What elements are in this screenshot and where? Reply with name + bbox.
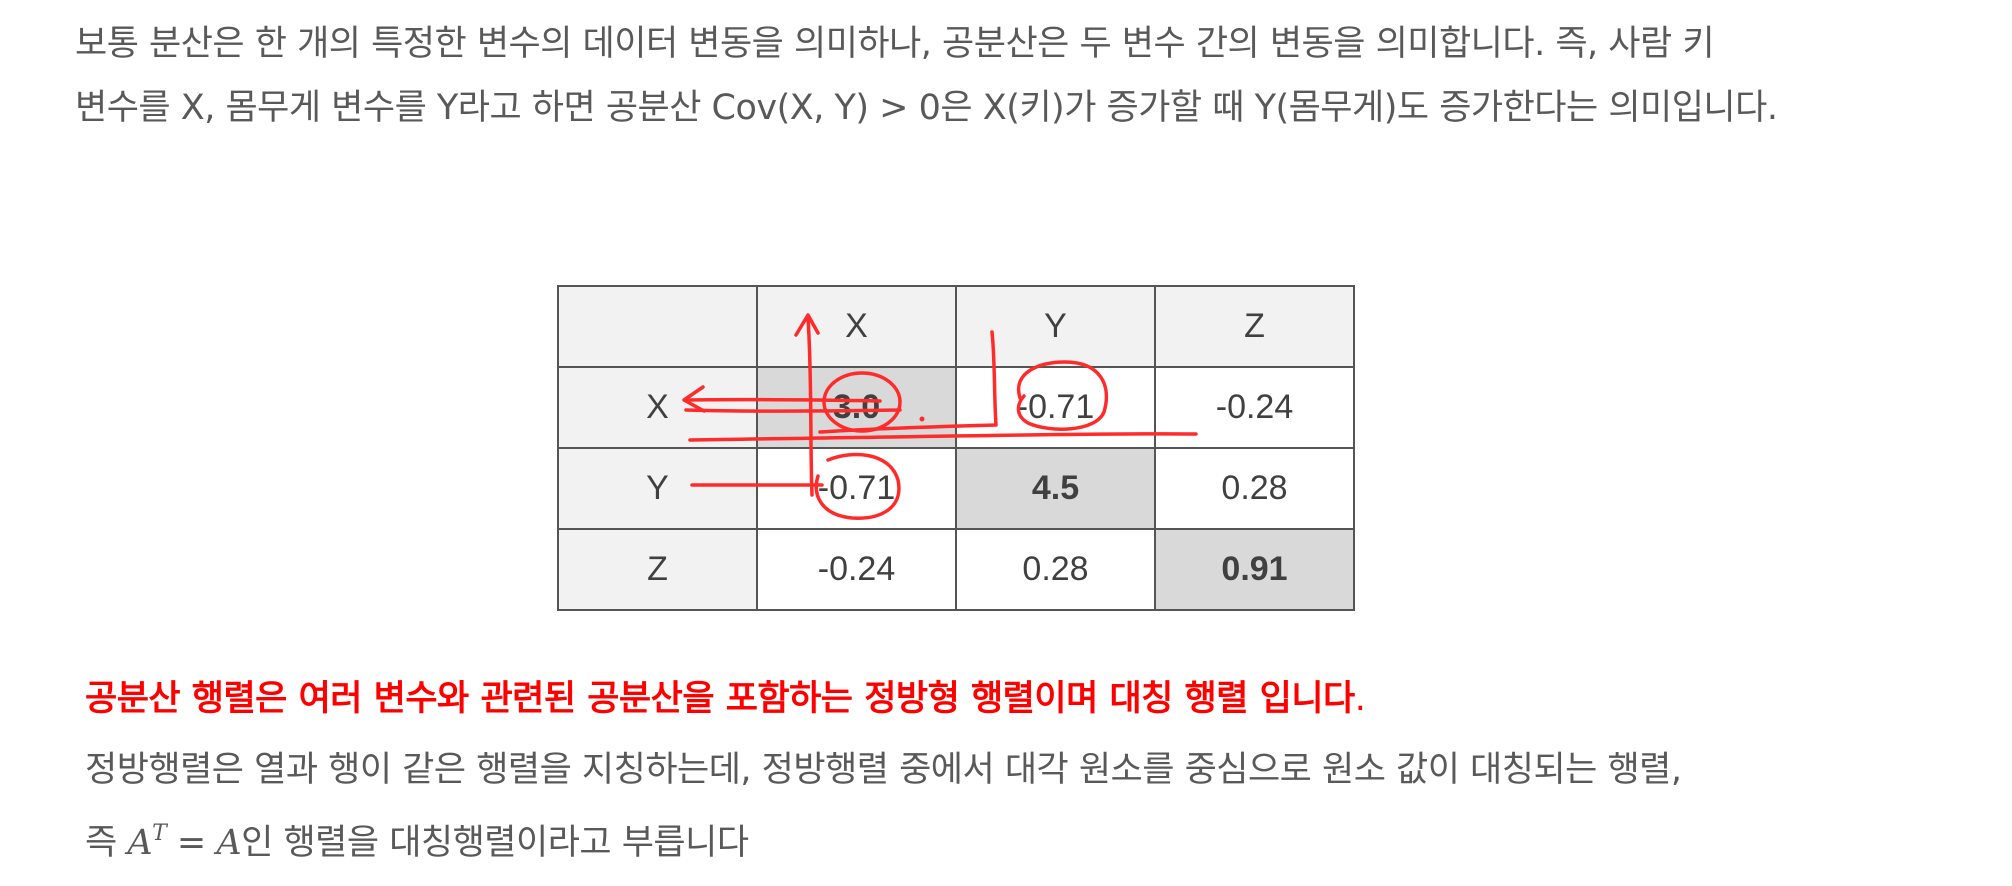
explanation-line-2: 즉 AT = A인 행렬을 대칭행렬이라고 부릅니다 xyxy=(85,802,1682,875)
highlight-text: 공분산 행렬은 여러 변수와 관련된 공분산을 포함하는 정방형 행렬이며 대칭… xyxy=(85,679,1355,719)
highlight-sentence: 공분산 행렬은 여러 변수와 관련된 공분산을 포함하는 정방형 행렬이며 대칭… xyxy=(85,670,1366,721)
intro-line-1: 보통 분산은 한 개의 특정한 변수의 데이터 변동을 의미하나, 공분산은 두… xyxy=(75,24,1715,64)
matrix-col-header-x: X xyxy=(756,285,957,368)
matrix-cell-y-x: -0.71 xyxy=(756,447,957,530)
matrix-header-row: X Y Z xyxy=(557,285,1355,368)
covariance-matrix-table: X Y Z X 3.0 -0.71 -0.24 Y -0.71 4.5 0.28… xyxy=(557,285,1355,611)
matrix-cell-z-x: -0.24 xyxy=(756,528,957,611)
matrix-cell-y-y: 4.5 xyxy=(955,447,1156,530)
math-superscript: T xyxy=(152,821,167,846)
matrix-row-header-y: Y xyxy=(557,447,758,530)
matrix-row-header-x: X xyxy=(557,366,758,449)
matrix-row-header-z: Z xyxy=(557,528,758,611)
explanation-paragraph: 정방행렬은 열과 행이 같은 행렬을 지칭하는데, 정방행렬 중에서 대각 원소… xyxy=(85,738,1682,875)
matrix-row-y: Y -0.71 4.5 0.28 xyxy=(557,447,1355,530)
matrix-cell-z-y: 0.28 xyxy=(955,528,1156,611)
intro-paragraph: 보통 분산은 한 개의 특정한 변수의 데이터 변동을 의미하나, 공분산은 두… xyxy=(75,12,1778,140)
math-rhs: A xyxy=(216,823,242,863)
matrix-row-x: X 3.0 -0.71 -0.24 xyxy=(557,366,1355,449)
explanation-line-1: 정방행렬은 열과 행이 같은 행렬을 지칭하는데, 정방행렬 중에서 대각 원소… xyxy=(85,750,1682,790)
matrix-cell-x-x: 3.0 xyxy=(756,366,957,449)
matrix-cell-z-z: 0.91 xyxy=(1154,528,1355,611)
math-a-transpose: AT xyxy=(127,821,167,863)
matrix-col-header-y: Y xyxy=(955,285,1156,368)
highlight-period: . xyxy=(1354,679,1366,719)
explanation-prefix: 즉 xyxy=(85,823,128,863)
intro-line-2: 변수를 X, 몸무게 변수를 Y라고 하면 공분산 Cov(X, Y) > 0은… xyxy=(75,88,1778,128)
matrix-cell-x-y: -0.71 xyxy=(955,366,1156,449)
matrix-cell-x-z: -0.24 xyxy=(1154,366,1355,449)
matrix-cell-y-z: 0.28 xyxy=(1154,447,1355,530)
math-base: A xyxy=(127,823,153,863)
matrix-row-z: Z -0.24 0.28 0.91 xyxy=(557,528,1355,611)
matrix-corner-cell xyxy=(557,285,758,368)
matrix-col-header-z: Z xyxy=(1154,285,1355,368)
math-equals: = xyxy=(166,823,217,863)
explanation-suffix: 인 행렬을 대칭행렬이라고 부릅니다 xyxy=(241,823,749,863)
